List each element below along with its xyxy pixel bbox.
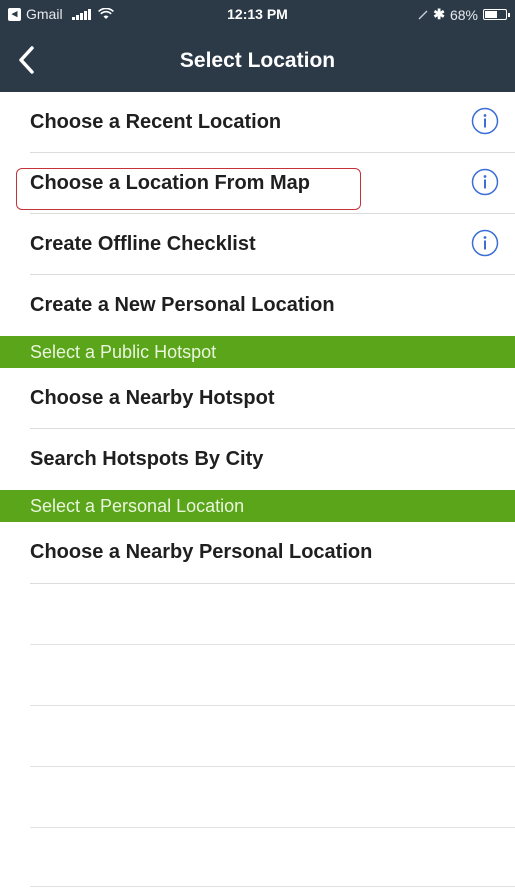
battery-percent: 68%: [449, 6, 478, 23]
battery-icon: [483, 9, 510, 20]
list-item-label: Choose a Location From Map: [30, 172, 311, 194]
empty-row-divider: [30, 766, 515, 767]
list-item-offline-checklist[interactable]: Create Offline Checklist: [0, 214, 515, 274]
divider: [30, 583, 515, 584]
location-arrow-icon: [418, 10, 428, 19]
list-item-label: Search Hotspots By City: [30, 448, 264, 470]
header: ◂ Gmail 12:13 PM ✱ 68% Select Location: [0, 0, 515, 92]
empty-row-divider: [30, 644, 515, 645]
info-icon[interactable]: [471, 168, 499, 196]
list-item-label: Choose a Recent Location: [30, 111, 282, 133]
empty-row-divider: [30, 705, 515, 706]
list-item-recent-location[interactable]: Choose a Recent Location: [0, 92, 515, 152]
list-item-new-personal-location[interactable]: Create a New Personal Location: [0, 275, 515, 335]
page-title: Select Location: [179, 49, 336, 72]
list-item-nearby-personal-location[interactable]: Choose a Nearby Personal Location: [0, 522, 515, 582]
empty-row-divider: [30, 886, 515, 887]
info-icon[interactable]: [471, 229, 499, 257]
section-header-public-hotspot: Select a Public Hotspot: [0, 336, 515, 368]
section-header-personal-location: Select a Personal Location: [0, 490, 515, 522]
list-item-location-from-map[interactable]: Choose a Location From Map: [0, 153, 515, 213]
list-item-hotspots-by-city[interactable]: Search Hotspots By City: [0, 429, 515, 489]
nav-bar: Select Location: [0, 30, 515, 92]
list-item-label: Create Offline Checklist: [30, 233, 256, 255]
list-item-label: Choose a Nearby Personal Location: [30, 541, 373, 563]
info-icon[interactable]: [471, 107, 499, 135]
status-right: ✱ 68%: [418, 6, 510, 23]
empty-row-divider: [30, 827, 515, 828]
list-item-label: Create a New Personal Location: [30, 294, 335, 316]
status-bar: ◂ Gmail 12:13 PM ✱ 68%: [0, 0, 515, 30]
bluetooth-icon: ✱: [433, 6, 445, 22]
list-item-nearby-hotspot[interactable]: Choose a Nearby Hotspot: [0, 368, 515, 428]
select-location-screen: ◂ Gmail 12:13 PM ✱ 68% Select Location C…: [0, 0, 515, 888]
list-item-label: Choose a Nearby Hotspot: [30, 387, 275, 409]
